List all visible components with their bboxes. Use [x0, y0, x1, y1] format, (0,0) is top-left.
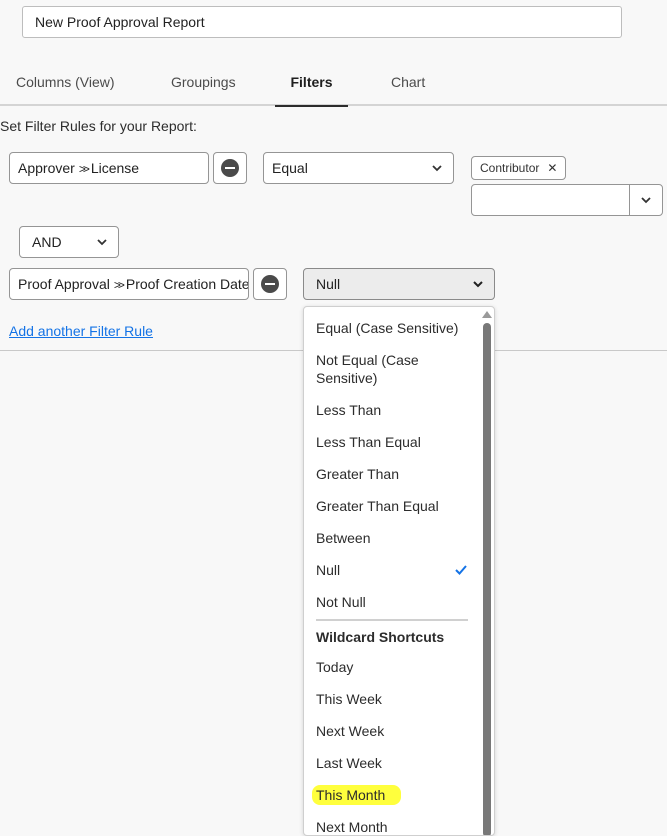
filter-section-label: Set Filter Rules for your Report:: [0, 118, 197, 134]
double-chevron-icon: >>: [113, 278, 125, 292]
tab-groupings[interactable]: Groupings: [171, 60, 236, 106]
menu-item-less-than[interactable]: Less Than: [316, 401, 476, 419]
menu-item-this-month[interactable]: This Month: [312, 785, 476, 805]
combobox-toggle-button[interactable]: [629, 185, 662, 215]
menu-item-null[interactable]: Null: [316, 561, 476, 579]
menu-item-last-week[interactable]: Last Week: [316, 754, 476, 772]
remove-circle-icon: [261, 275, 279, 293]
dropdown-scrollbar[interactable]: [483, 323, 491, 835]
menu-item-greater-than[interactable]: Greater Than: [316, 465, 476, 483]
tab-bar: Columns (View) Groupings Filters Chart: [0, 60, 667, 107]
value-tag: Contributor ✕: [471, 156, 567, 180]
rule2-field-left: Proof Approval: [18, 276, 110, 292]
menu-item-next-week[interactable]: Next Week: [316, 722, 476, 740]
report-name-input[interactable]: New Proof Approval Report: [22, 6, 622, 38]
rule1-field-right: License: [90, 160, 140, 176]
rule2-operator-select[interactable]: Null: [303, 268, 495, 300]
rule1-operator-value: Equal: [272, 160, 308, 176]
rule1-operator-select[interactable]: Equal: [263, 152, 454, 184]
add-filter-rule-link[interactable]: Add another Filter Rule: [9, 323, 153, 339]
menu-item-less-than-equal[interactable]: Less Than Equal: [316, 433, 476, 451]
rule1-field-select[interactable]: Approver >> License: [9, 152, 209, 184]
rule2-field-select[interactable]: Proof Approval >> Proof Creation Date: [9, 268, 249, 300]
scroll-up-arrow-icon[interactable]: [482, 311, 492, 318]
chevron-down-icon: [641, 197, 651, 204]
menu-item-equal-case-sensitive[interactable]: Equal (Case Sensitive): [316, 319, 476, 337]
highlighted-label: This Month: [312, 785, 402, 805]
rule1-remove-button[interactable]: [213, 152, 247, 184]
menu-item-next-month[interactable]: Next Month: [316, 818, 476, 835]
checkmark-icon: [455, 565, 467, 575]
rule2-remove-button[interactable]: [253, 268, 287, 300]
chevron-down-icon: [432, 165, 442, 172]
close-icon[interactable]: ✕: [547, 161, 557, 175]
rule2-operator-value: Null: [316, 276, 341, 292]
menu-item-greater-than-equal[interactable]: Greater Than Equal: [316, 497, 476, 515]
rule1-value-combobox[interactable]: [471, 184, 663, 216]
tab-columns-view[interactable]: Columns (View): [16, 60, 115, 106]
menu-divider: [316, 619, 468, 621]
wildcard-shortcuts-heading: Wildcard Shortcuts: [316, 629, 445, 645]
menu-item-between[interactable]: Between: [316, 529, 476, 547]
rule1-field-left: Approver: [18, 160, 75, 176]
menu-item-not-null[interactable]: Not Null: [316, 593, 476, 611]
chevron-down-icon: [97, 239, 107, 246]
double-chevron-icon: >>: [78, 162, 90, 176]
connector-value: AND: [32, 234, 62, 250]
operator-dropdown-menu[interactable]: Equal (Case Sensitive) Not Equal (Case S…: [303, 306, 495, 836]
tab-chart[interactable]: Chart: [391, 60, 425, 106]
menu-item-today[interactable]: Today: [316, 658, 476, 676]
connector-select[interactable]: AND: [19, 226, 119, 258]
chevron-down-icon: [473, 281, 483, 288]
menu-item-not-equal-case-sensitive[interactable]: Not Equal (Case Sensitive): [316, 351, 436, 387]
remove-circle-icon: [221, 159, 239, 177]
value-tag-label: Contributor: [480, 161, 540, 175]
tab-filters[interactable]: Filters: [275, 60, 348, 107]
menu-item-this-week[interactable]: This Week: [316, 690, 476, 708]
rule2-field-right: Proof Creation Date: [125, 276, 249, 292]
